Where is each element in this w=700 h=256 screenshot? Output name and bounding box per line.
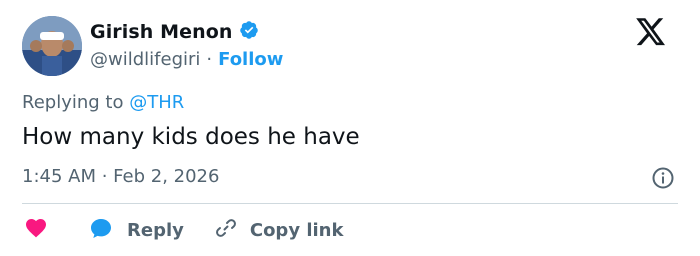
reply-label: Reply — [127, 219, 184, 241]
x-logo-icon[interactable] — [636, 18, 666, 50]
action-bar: Reply Copy link — [24, 216, 343, 244]
author-handle[interactable]: @wildlifegiri — [90, 49, 200, 70]
link-icon — [214, 216, 238, 244]
verified-badge-icon — [239, 20, 259, 44]
author-name[interactable]: Girish Menon — [90, 21, 233, 43]
divider — [22, 203, 678, 204]
tweet-card: Girish Menon @wildlifegiri · Follow Repl… — [0, 0, 700, 256]
heart-icon — [24, 216, 48, 244]
replying-to: Replying to @THR — [22, 92, 184, 113]
info-icon[interactable] — [651, 166, 675, 194]
follow-button[interactable]: Follow — [218, 49, 283, 70]
handle-separator: · — [206, 49, 213, 70]
reply-button[interactable]: Reply — [89, 216, 184, 244]
replying-to-prefix: Replying to — [22, 92, 130, 113]
replying-to-mention[interactable]: @THR — [129, 92, 184, 113]
reply-bubble-icon — [89, 216, 113, 244]
tweet-timestamp[interactable]: 1:45 AM · Feb 2, 2026 — [22, 166, 219, 187]
tweet-text: How many kids does he have — [22, 124, 360, 150]
avatar[interactable] — [22, 16, 82, 76]
copy-link-label: Copy link — [249, 219, 344, 241]
author-name-row: Girish Menon — [90, 20, 259, 44]
avatar-image — [22, 16, 82, 76]
author-handle-row: @wildlifegiri · Follow — [90, 49, 283, 70]
copy-link-button[interactable]: Copy link — [214, 216, 344, 244]
like-button[interactable] — [24, 216, 48, 244]
